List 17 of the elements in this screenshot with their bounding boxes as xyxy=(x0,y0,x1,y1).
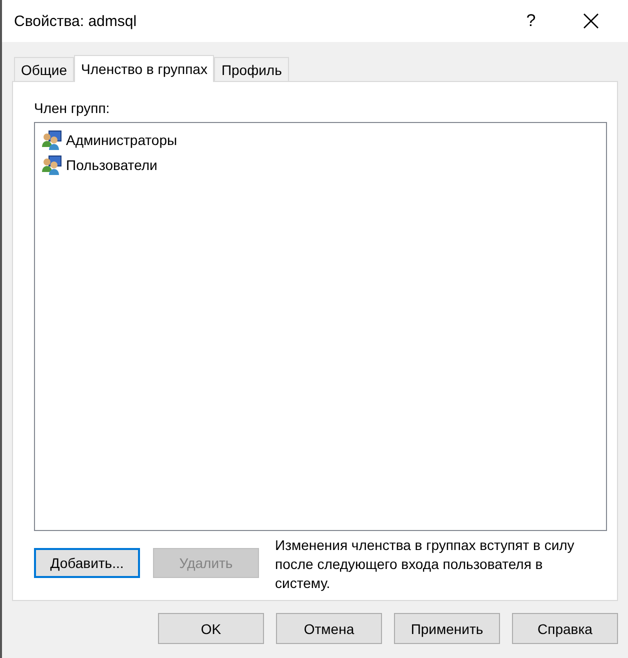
tab[interactable]: Членство в группах xyxy=(74,55,214,82)
user-group-icon xyxy=(41,154,63,174)
list-label: Член групп: xyxy=(34,100,111,116)
tab[interactable]: Общие xyxy=(14,57,74,81)
user-group-icon xyxy=(41,130,63,150)
group-item[interactable]: Пользователи xyxy=(41,152,600,177)
help-button[interactable]: ? xyxy=(508,0,554,42)
dialog-button[interactable]: Применить xyxy=(394,613,500,644)
note-text: Изменения членства в группах вступят в силу после следующего входа пользователя в систему. xyxy=(275,536,576,593)
add-button[interactable]: Добавить... xyxy=(34,548,140,578)
tab[interactable]: Профиль xyxy=(214,57,289,81)
close-icon xyxy=(583,13,599,29)
window-title: Свойства: admsql xyxy=(14,12,138,30)
dialog-button[interactable]: OK xyxy=(158,613,264,644)
dialog-button[interactable]: Отмена xyxy=(276,613,382,644)
group-item[interactable]: Администраторы xyxy=(41,127,600,152)
dialog-button[interactable]: Справка xyxy=(512,613,618,644)
